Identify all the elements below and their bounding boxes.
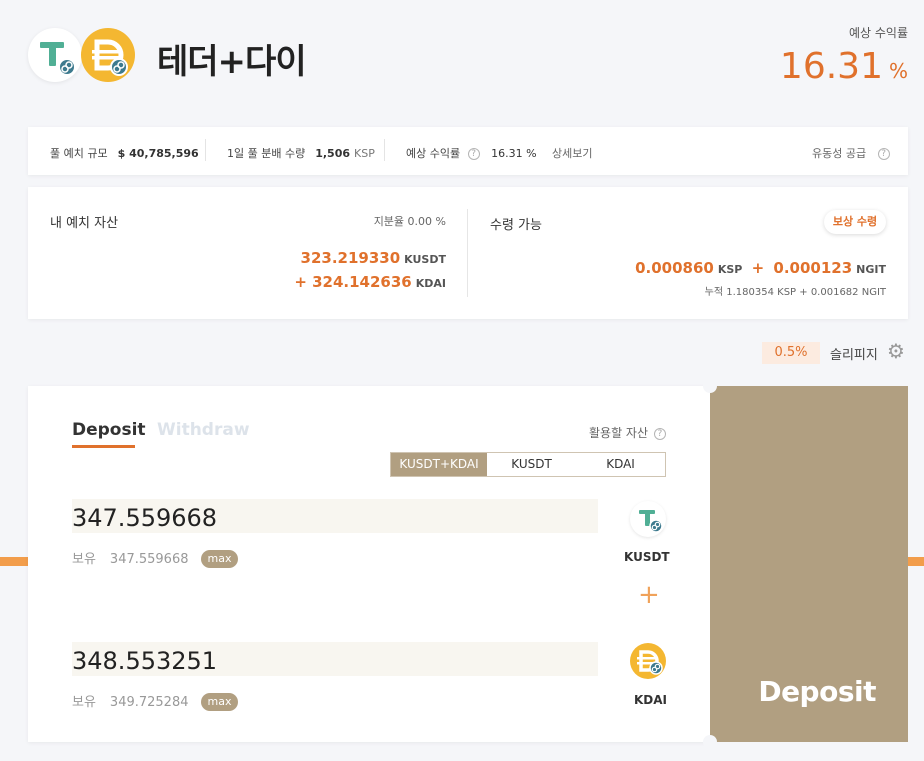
help-icon[interactable]: ? (877, 148, 890, 160)
help-icon[interactable]: ? (653, 427, 666, 440)
my-deposit-title: 내 예치 자산 (50, 216, 119, 231)
segment-kusdt[interactable]: KUSDT (487, 453, 576, 476)
tab-deposit[interactable]: Deposit (72, 420, 146, 440)
asset-selector: KUSDT+KDAI KUSDT KDAI (390, 452, 666, 477)
tab-withdraw[interactable]: Withdraw (157, 420, 250, 440)
deposit-submit-button[interactable]: Deposit (710, 386, 908, 742)
deposit-amount-kusdt: 323.219330 KUSDT (300, 249, 446, 267)
kusdt-amount-input[interactable]: 347.559668 (72, 499, 598, 533)
decor-stripe-left (0, 557, 28, 566)
expected-apr: 예상 수익률 ? 16.31 % (406, 147, 537, 160)
plus-icon: + (638, 580, 660, 610)
ticket-notch (703, 379, 717, 393)
apr-label: 예상 수익률 (848, 26, 908, 40)
divider (467, 209, 468, 297)
tether-icon (630, 501, 666, 537)
deposit-amount-kdai: + 324.142636 KDAI (294, 273, 446, 291)
segment-kdai[interactable]: KDAI (576, 453, 665, 476)
kdai-max-button[interactable]: max (200, 693, 239, 711)
divider (205, 139, 206, 161)
pool-token-icons (28, 28, 136, 82)
pool-size: 풀 예치 규모 $ 40,785,596 (50, 147, 199, 160)
segment-kusdt-kdai[interactable]: KUSDT+KDAI (391, 453, 488, 476)
kdai-symbol: KDAI (634, 693, 668, 707)
claimable-title: 수령 가능 (490, 218, 542, 233)
kusdt-balance: 보유 347.559668 max (72, 548, 239, 568)
kusdt-symbol: KUSDT (624, 550, 670, 564)
details-link[interactable]: 상세보기 (552, 145, 592, 161)
dai-icon (630, 643, 666, 679)
help-icon[interactable]: ? (467, 148, 480, 160)
slippage-value[interactable]: 0.5% (762, 342, 820, 364)
liquidity-supply: 유동성 공급 ? (812, 145, 890, 161)
slippage-label: 슬리피지 (830, 348, 878, 363)
kusdt-max-button[interactable]: max (200, 550, 239, 568)
kdai-balance: 보유 349.725284 max (72, 691, 239, 711)
gear-icon[interactable]: ⚙ (887, 341, 905, 361)
decor-stripe-right (908, 557, 924, 566)
pool-info-bar: 풀 예치 규모 $ 40,785,596 1일 풀 분배 수량 1,506 KSP 예… (28, 127, 908, 175)
kdai-amount-input[interactable]: 348.553251 (72, 642, 598, 676)
my-assets-card: 내 예치 자산 지분율 0.00 % 323.219330 KUSDT + 324… (28, 187, 908, 319)
ticket-notch (703, 735, 717, 749)
deposit-submit-label: Deposit (758, 675, 876, 708)
tether-icon (28, 28, 82, 82)
pool-title: 테더+다이 (157, 42, 307, 82)
active-tab-indicator (72, 445, 135, 448)
use-asset-label: 활용할 자산 ? (589, 424, 666, 441)
cumulative-rewards: 누적 1.180354 KSP + 0.001682 NGIT (704, 287, 886, 298)
apr-value: 16.31% (779, 46, 908, 87)
claimable-amounts: 0.000860 KSP + 0.000123 NGIT (635, 259, 886, 277)
daily-distribution: 1일 풀 분배 수량 1,506 KSP (227, 147, 375, 160)
claim-reward-button[interactable]: 보상 수령 (824, 210, 886, 234)
share-ratio: 지분율 0.00 % (373, 215, 446, 228)
dai-icon (81, 28, 135, 82)
divider (384, 139, 385, 161)
